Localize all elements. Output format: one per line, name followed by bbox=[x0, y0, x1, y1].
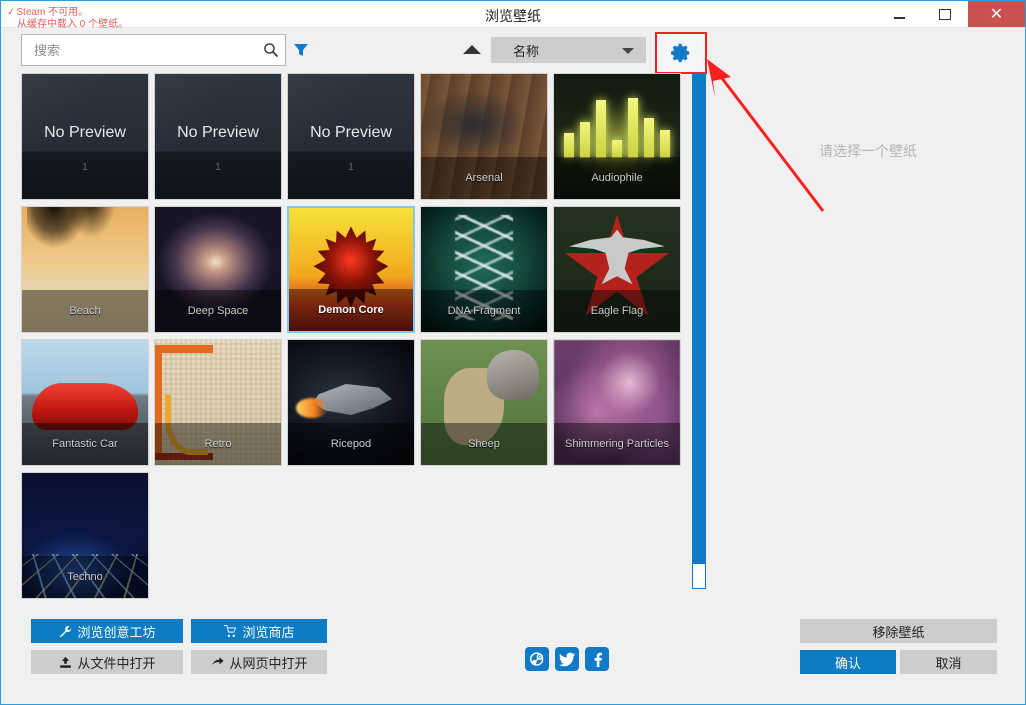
wallpaper-name: Audiophile bbox=[554, 157, 680, 199]
page-title: 浏览壁纸 bbox=[1, 6, 1025, 26]
window-controls: ✕ bbox=[876, 1, 1025, 27]
chevron-down-icon bbox=[622, 48, 634, 54]
steam-icon: ✓ bbox=[6, 6, 16, 19]
sort-dropdown[interactable]: 名称 bbox=[491, 37, 646, 63]
status-message: ✓Steam 不可用。 从缓存中载入 0 个壁纸。 bbox=[7, 7, 128, 31]
wallpaper-card[interactable]: No Preview 1 bbox=[21, 73, 149, 200]
steam-link[interactable] bbox=[525, 647, 549, 671]
wallpaper-name: Ricepod bbox=[288, 423, 414, 465]
no-preview-text: No Preview bbox=[288, 124, 414, 142]
wallpaper-card[interactable]: Fantastic Car bbox=[21, 339, 149, 466]
browse-store-label: 浏览商店 bbox=[242, 622, 294, 641]
search-box[interactable] bbox=[21, 34, 286, 66]
settings-button[interactable] bbox=[655, 32, 707, 74]
browse-workshop-button[interactable]: 浏览创意工坊 bbox=[31, 619, 183, 643]
facebook-link[interactable] bbox=[585, 647, 609, 671]
wrench-icon bbox=[58, 624, 72, 638]
wallpaper-card[interactable]: Shimmering Particles bbox=[553, 339, 681, 466]
wallpaper-card[interactable]: Deep Space bbox=[154, 206, 282, 333]
wallpaper-name: Sheep bbox=[421, 423, 547, 465]
wallpaper-name: Arsenal bbox=[421, 157, 547, 199]
cart-icon bbox=[223, 624, 237, 638]
upload-icon bbox=[58, 655, 72, 669]
wallpaper-card[interactable]: Sheep bbox=[420, 339, 548, 466]
wallpaper-card[interactable]: Retro bbox=[154, 339, 282, 466]
wallpaper-name: DNA Fragment bbox=[421, 290, 547, 332]
no-preview-text: No Preview bbox=[22, 124, 148, 142]
wallpaper-card[interactable]: Beach bbox=[21, 206, 149, 333]
audiophile-bars bbox=[564, 98, 670, 158]
status-line-1: ✓Steam 不可用。 bbox=[7, 7, 128, 19]
wallpaper-card[interactable]: No Preview 1 bbox=[154, 73, 282, 200]
scrollbar-thumb[interactable] bbox=[692, 73, 706, 563]
twitter-link[interactable] bbox=[555, 647, 579, 671]
confirm-button[interactable]: 确认 bbox=[800, 650, 896, 674]
arrow-right-icon bbox=[210, 655, 224, 669]
sort-ascending-icon[interactable] bbox=[463, 45, 481, 54]
social-links bbox=[525, 647, 609, 671]
wallpaper-count: 1 bbox=[22, 162, 148, 173]
wallpaper-card[interactable]: Demon Core bbox=[287, 206, 415, 333]
open-from-web-button[interactable]: 从网页中打开 bbox=[191, 650, 327, 674]
browse-store-button[interactable]: 浏览商店 bbox=[191, 619, 327, 643]
wallpaper-card[interactable]: Audiophile bbox=[553, 73, 681, 200]
browse-workshop-label: 浏览创意工坊 bbox=[77, 622, 155, 641]
wallpaper-card[interactable]: No Preview 1 bbox=[287, 73, 415, 200]
ricepod-flame bbox=[296, 398, 329, 418]
funnel-icon[interactable] bbox=[292, 41, 310, 59]
wallpaper-count: 1 bbox=[155, 162, 281, 173]
open-from-file-button[interactable]: 从文件中打开 bbox=[31, 650, 183, 674]
wallpaper-name: Retro bbox=[155, 423, 281, 465]
wallpaper-card[interactable]: DNA Fragment bbox=[420, 206, 548, 333]
status-text-1: Steam 不可用。 bbox=[16, 7, 88, 18]
no-preview-text: No Preview bbox=[155, 124, 281, 142]
open-from-web-label: 从网页中打开 bbox=[229, 653, 307, 672]
maximize-icon bbox=[939, 9, 951, 20]
wallpaper-name: Techno bbox=[22, 556, 148, 598]
wallpaper-count: 1 bbox=[288, 162, 414, 173]
scrollbar-track-remainder[interactable] bbox=[692, 563, 706, 589]
gear-icon bbox=[670, 42, 692, 64]
confirm-label: 确认 bbox=[835, 653, 861, 672]
cancel-button[interactable]: 取消 bbox=[900, 650, 997, 674]
wallpaper-card[interactable]: Techno bbox=[21, 472, 149, 599]
close-icon: ✕ bbox=[990, 6, 1003, 22]
wallpaper-name: Demon Core bbox=[289, 289, 413, 331]
wallpaper-grid: No Preview 1 No Preview 1 No Preview 1 Arsenal… bbox=[21, 73, 686, 589]
detail-panel: 请选择一个壁纸 bbox=[711, 31, 1025, 601]
remove-wallpaper-label: 移除壁纸 bbox=[872, 622, 924, 641]
grid-scrollbar[interactable] bbox=[692, 73, 706, 589]
minimize-icon bbox=[894, 17, 905, 19]
wallpaper-card[interactable]: Ricepod bbox=[287, 339, 415, 466]
search-input[interactable] bbox=[22, 42, 257, 59]
select-wallpaper-hint: 请选择一个壁纸 bbox=[711, 141, 1025, 161]
palm-fronds bbox=[27, 206, 118, 277]
maximize-button[interactable] bbox=[922, 1, 968, 27]
wallpaper-card[interactable]: Arsenal bbox=[420, 73, 548, 200]
wallpaper-name: Beach bbox=[22, 290, 148, 332]
sort-dropdown-value: 名称 bbox=[491, 41, 539, 60]
wallpaper-name: Deep Space bbox=[155, 290, 281, 332]
close-button[interactable]: ✕ bbox=[968, 1, 1025, 27]
minimize-button[interactable] bbox=[876, 1, 922, 27]
remove-wallpaper-button[interactable]: 移除壁纸 bbox=[800, 619, 997, 643]
search-icon[interactable] bbox=[257, 42, 285, 58]
browse-wallpapers-window: 浏览壁纸 ✕ ✓Steam 不可用。 从缓存中载入 0 个壁纸。 bbox=[0, 0, 1026, 705]
wallpaper-name: Eagle Flag bbox=[554, 290, 680, 332]
wallpaper-name: Fantastic Car bbox=[22, 423, 148, 465]
cancel-label: 取消 bbox=[935, 653, 961, 672]
open-from-file-label: 从文件中打开 bbox=[77, 653, 155, 672]
status-text-2: 从缓存中载入 0 个壁纸。 bbox=[7, 19, 128, 31]
sheep-rock bbox=[487, 350, 540, 400]
wallpaper-card[interactable]: Eagle Flag bbox=[553, 206, 681, 333]
title-bar: 浏览壁纸 ✕ bbox=[1, 1, 1025, 28]
wallpaper-name: Shimmering Particles bbox=[554, 423, 680, 465]
